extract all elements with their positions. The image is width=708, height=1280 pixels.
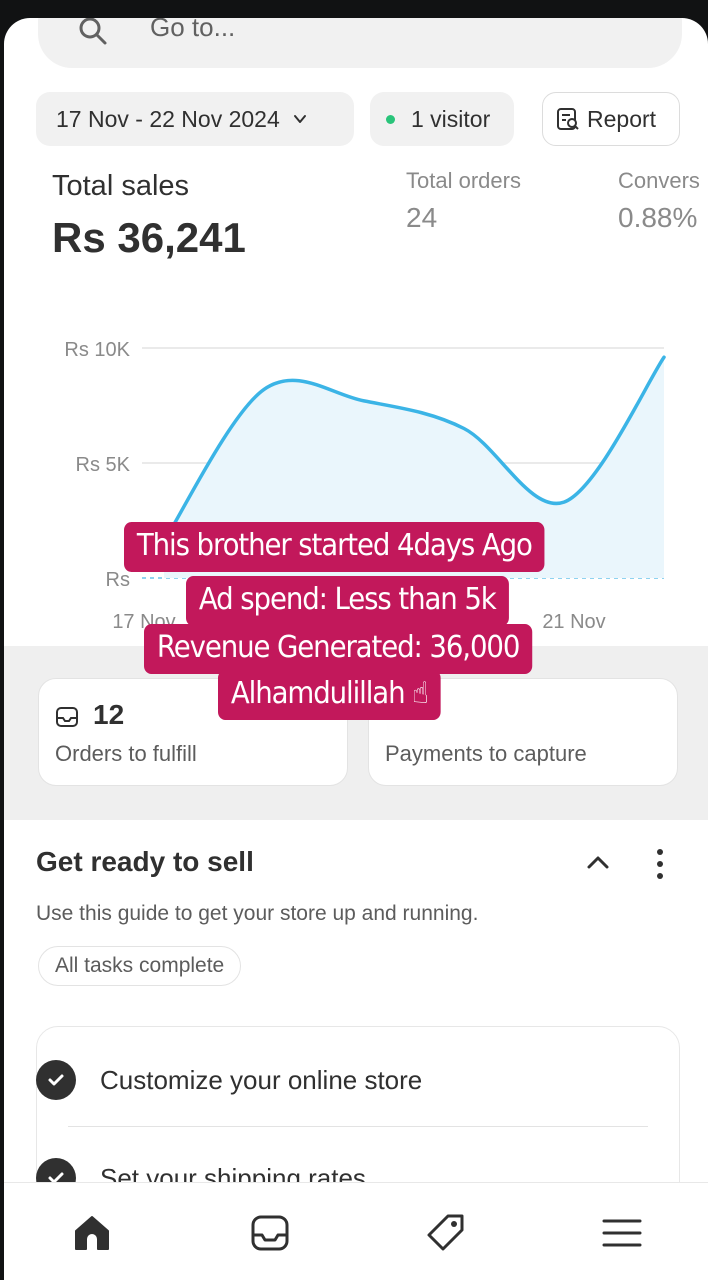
report-icon xyxy=(557,108,579,130)
search-input[interactable]: Go to... xyxy=(38,18,682,68)
caption-line-2: Ad spend: Less than 5k xyxy=(186,576,509,626)
orders-icon xyxy=(251,1215,289,1251)
nav-menu[interactable] xyxy=(598,1209,646,1257)
visitors-label: 1 visitor xyxy=(411,105,491,132)
caption-line-4: Alhamdulillah ☝ xyxy=(218,670,441,720)
chevron-up-icon[interactable] xyxy=(584,852,612,872)
caption-line-3: Revenue Generated: 36,000 xyxy=(144,624,533,674)
more-options-icon[interactable] xyxy=(650,844,670,884)
chevron-down-icon xyxy=(293,115,306,123)
search-icon xyxy=(79,18,107,45)
caption-line-1: This brother started 4days Ago xyxy=(124,522,545,572)
nav-home[interactable] xyxy=(68,1209,116,1257)
total-orders-value: 24 xyxy=(406,202,438,233)
orders-to-fulfill-label: Orders to fulfill xyxy=(55,741,197,766)
report-label: Report xyxy=(587,105,657,132)
total-sales-value: Rs 36,241 xyxy=(52,214,246,261)
nav-products[interactable] xyxy=(422,1209,470,1257)
menu-icon xyxy=(602,1219,642,1247)
app-screen: Go to... 17 Nov - 22 Nov 2024 1 visitor … xyxy=(4,18,708,1280)
payments-to-capture-label: Payments to capture xyxy=(385,741,587,766)
date-range-label: 17 Nov - 22 Nov 2024 xyxy=(56,105,280,132)
y-tick-label: Rs 10K xyxy=(64,339,130,361)
setup-guide-title: Get ready to sell xyxy=(36,846,254,877)
x-tick-label: 21 Nov xyxy=(542,611,605,633)
y-tick-label: Rs 5K xyxy=(76,454,131,476)
task-item-customize-store[interactable]: Customize your online store xyxy=(36,1060,422,1100)
date-range-picker[interactable]: 17 Nov - 22 Nov 2024 xyxy=(36,92,354,146)
y-tick-label: Rs xyxy=(106,569,130,591)
setup-guide-description: Use this guide to get your store up and … xyxy=(36,902,479,925)
nav-orders[interactable] xyxy=(246,1209,294,1257)
task-label: Customize your online store xyxy=(100,1064,423,1095)
search-placeholder: Go to... xyxy=(150,18,236,42)
conversion-label: Convers xyxy=(618,168,700,193)
live-visitors-chip[interactable]: 1 visitor xyxy=(370,92,514,146)
home-icon xyxy=(75,1216,109,1250)
conversion-value: 0.88% xyxy=(618,202,698,233)
report-button[interactable]: Report xyxy=(542,92,680,146)
orders-to-fulfill-count: 12 xyxy=(93,699,125,730)
check-circle-icon xyxy=(36,1060,76,1100)
bottom-nav xyxy=(4,1182,708,1280)
total-orders-label: Total orders xyxy=(406,168,521,193)
divider xyxy=(68,1126,648,1127)
live-status-dot xyxy=(386,114,395,124)
status-badge: All tasks complete xyxy=(38,946,242,986)
inbox-icon xyxy=(56,707,78,727)
total-sales-label: Total sales xyxy=(52,170,190,202)
products-icon xyxy=(427,1214,464,1251)
